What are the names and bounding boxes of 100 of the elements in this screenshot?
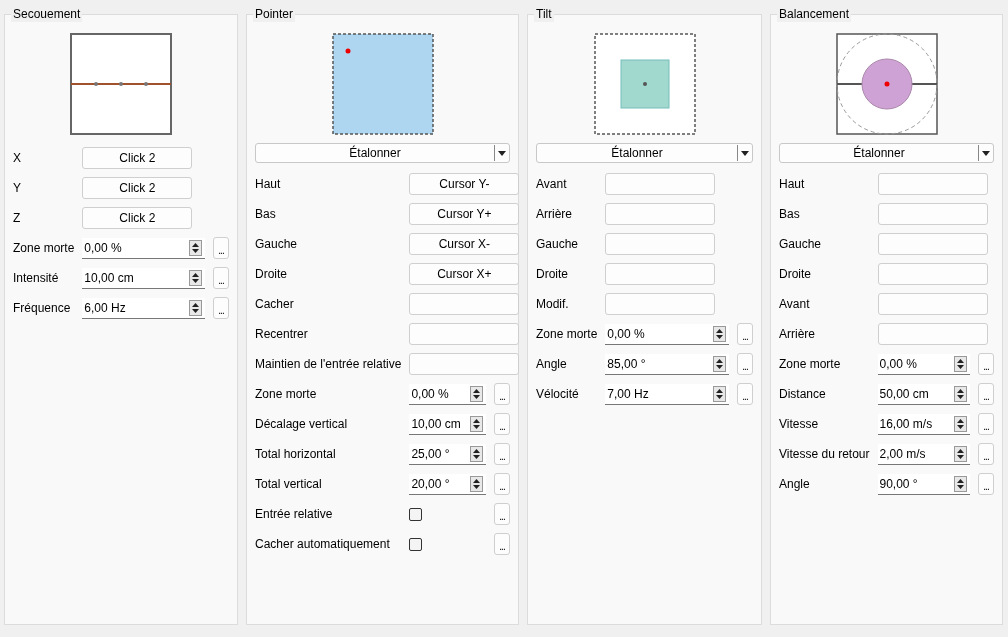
field-label: Fréquence (13, 301, 72, 315)
field-label: Angle (779, 477, 811, 491)
more-button[interactable]: ... (494, 473, 510, 495)
group-title: Pointer (253, 7, 296, 22)
calibrate-dropdown[interactable]: Étalonner (255, 143, 510, 163)
spin-field[interactable]: 6,00 Hz (82, 297, 205, 319)
field-label: Bas (255, 207, 277, 221)
more-button[interactable]: ... (978, 383, 994, 405)
field-label: Avant (779, 297, 811, 311)
spin-arrows-icon[interactable] (957, 478, 964, 489)
more-button[interactable]: ... (213, 267, 229, 289)
field-label: Zone morte (255, 387, 318, 401)
field-label: Décalage vertical (255, 417, 349, 431)
spin-field[interactable]: 90,00 ° (877, 473, 970, 495)
spin-field[interactable]: 0,00 % (877, 353, 970, 375)
field-label: Cacher (255, 297, 295, 311)
spin-arrows-icon[interactable] (716, 388, 723, 399)
spin-field[interactable]: 25,00 ° (409, 443, 486, 465)
field-label: Vélocité (536, 387, 580, 401)
calibrate-dropdown[interactable]: Étalonner (779, 143, 994, 163)
binding-button[interactable]: Cursor Y- (409, 173, 520, 195)
field-label: Haut (779, 177, 806, 191)
field-label: Vitesse du retour (779, 447, 870, 461)
field-label: Maintien de l'entrée relative (255, 357, 402, 371)
spin-arrows-icon[interactable] (192, 302, 199, 313)
field-label: X (13, 151, 22, 165)
more-button[interactable]: ... (494, 413, 510, 435)
field-label: Droite (536, 267, 569, 281)
spin-arrows-icon[interactable] (473, 448, 480, 459)
field-label: Y (13, 181, 22, 195)
binding-button[interactable]: Click 2 (82, 207, 193, 229)
group-title: Tilt (534, 7, 554, 22)
checkbox[interactable] (409, 507, 423, 521)
more-button[interactable]: ... (978, 413, 994, 435)
field-label: Bas (779, 207, 801, 221)
binding-button[interactable]: Click 2 (82, 147, 193, 169)
field-label: Entrée relative (255, 507, 334, 521)
field-label: Zone morte (536, 327, 598, 341)
spin-field[interactable]: 2,00 m/s (877, 443, 970, 465)
binding-button[interactable]: Cursor X+ (409, 263, 520, 285)
more-button[interactable]: ... (213, 237, 229, 259)
field-label: Zone morte (779, 357, 842, 371)
more-button[interactable]: ... (494, 443, 510, 465)
field-label: Angle (536, 357, 568, 371)
calibrate-dropdown[interactable]: Étalonner (536, 143, 753, 163)
more-button[interactable]: ... (978, 473, 994, 495)
field-label: Recentrer (255, 327, 309, 341)
more-button[interactable]: ... (737, 353, 753, 375)
spin-arrows-icon[interactable] (473, 478, 480, 489)
field-label: Gauche (536, 237, 580, 251)
field-label: Vitesse (779, 417, 820, 431)
field-label: Z (13, 211, 22, 225)
spin-field[interactable]: 7,00 Hz (605, 383, 729, 405)
field-label: Droite (779, 267, 812, 281)
field-label: Avant (536, 177, 568, 191)
spin-field[interactable]: 0,00 % (409, 383, 486, 405)
field-label: Intensité (13, 271, 60, 285)
spin-arrows-icon[interactable] (192, 242, 199, 253)
spin-arrows-icon[interactable] (957, 448, 964, 459)
field-label: Total vertical (255, 477, 323, 491)
spin-field[interactable]: 0,00 % (82, 237, 205, 259)
more-button[interactable]: ... (494, 383, 510, 405)
spin-field[interactable]: 16,00 m/s (877, 413, 970, 435)
caret-icon (498, 150, 506, 156)
more-button[interactable]: ... (494, 503, 510, 525)
spin-arrows-icon[interactable] (957, 388, 964, 399)
binding-button[interactable]: Cursor Y+ (409, 203, 520, 225)
spin-field[interactable]: 10,00 cm (82, 267, 205, 289)
group-title: Secouement (11, 7, 83, 22)
spin-arrows-icon[interactable] (473, 388, 480, 399)
spin-field[interactable]: 50,00 cm (877, 383, 970, 405)
field-label: Cacher automatiquement (255, 537, 391, 551)
checkbox[interactable] (409, 537, 423, 551)
spin-arrows-icon[interactable] (716, 358, 723, 369)
spin-field[interactable]: 10,00 cm (409, 413, 486, 435)
more-button[interactable]: ... (978, 443, 994, 465)
spin-field[interactable]: 20,00 ° (409, 473, 486, 495)
spin-field[interactable]: 85,00 ° (605, 353, 729, 375)
more-button[interactable]: ... (737, 383, 753, 405)
spin-arrows-icon[interactable] (716, 328, 723, 339)
spin-arrows-icon[interactable] (957, 418, 964, 429)
group-title: Balancement (777, 7, 852, 22)
field-label: Distance (779, 387, 827, 401)
caret-icon (741, 150, 749, 156)
field-label: Modif. (536, 297, 570, 311)
binding-button[interactable]: Click 2 (82, 177, 193, 199)
spin-arrows-icon[interactable] (473, 418, 480, 429)
field-label: Arrière (779, 327, 816, 341)
field-label: Arrière (536, 207, 573, 221)
more-button[interactable]: ... (213, 297, 229, 319)
field-label: Total horizontal (255, 447, 337, 461)
binding-button[interactable]: Cursor X- (409, 233, 520, 255)
more-button[interactable]: ... (978, 353, 994, 375)
more-button[interactable]: ... (737, 323, 753, 345)
spin-field[interactable]: 0,00 % (605, 323, 729, 345)
field-label: Gauche (255, 237, 299, 251)
spin-arrows-icon[interactable] (192, 272, 199, 283)
more-button[interactable]: ... (494, 533, 510, 555)
spin-arrows-icon[interactable] (957, 358, 964, 369)
field-label: Zone morte (13, 241, 75, 255)
